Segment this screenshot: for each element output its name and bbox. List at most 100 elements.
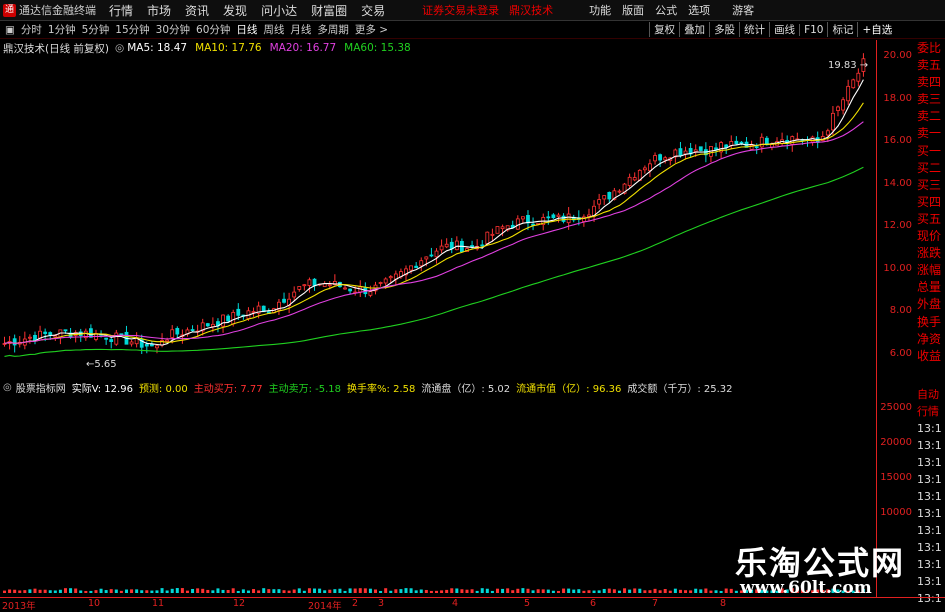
indicator-values: 实际V: 12.96 预测: 0.00 主动买万: 7.77 主动卖万: -5.18 换…	[66, 380, 733, 395]
volume-tick: 25000	[880, 402, 912, 413]
stats-button[interactable]: 统计	[739, 22, 769, 37]
tab-more[interactable]: 更多 >	[355, 22, 388, 37]
side-label: 卖四	[917, 75, 942, 90]
mark-button[interactable]: 标记	[827, 22, 857, 37]
side-label: 买四	[917, 194, 942, 209]
side-label: 总量	[917, 280, 942, 295]
volume-indicator-row: ◎ 股票指标网 实际V: 12.96 预测: 0.00 主动买万: 7.77 主动卖万…	[0, 380, 870, 395]
multi-stock-button[interactable]: 多股	[709, 22, 739, 37]
volume-tick: 15000	[880, 472, 912, 483]
watermark-url: www.60lt.com	[740, 578, 872, 598]
quote-side-panel: 委比 卖五 卖四 卖三 卖二 卖一 买一 买二 买三 买四 买五 现价 涨跌 涨幅 总量 外盘 换手 净资 收益	[917, 40, 945, 365]
price-axis: 20.00 18.00 16.00 14.00 12.00 10.00 8.00 6.00	[876, 40, 916, 378]
indicator-field: 成交额（千万）: 25.32	[627, 383, 733, 395]
date-tick: 6	[590, 598, 597, 609]
indicator-field: 流通市值（亿）: 96.36	[516, 383, 622, 395]
price-tick: 12.00	[883, 220, 912, 231]
date-tick: 8	[720, 598, 727, 609]
tab-5min[interactable]: 5分钟	[82, 22, 110, 37]
menu-item-formula[interactable]: 公式	[655, 2, 677, 18]
high-label: 19.83 →	[828, 60, 868, 71]
menu-item-function[interactable]: 功能	[589, 2, 611, 18]
menu-item-discover[interactable]: 发现	[223, 2, 247, 19]
low-label: ←5.65	[86, 359, 117, 370]
login-status[interactable]: 证券交易未登录	[422, 2, 499, 18]
price-tick: 14.00	[883, 177, 912, 189]
menu-item-market[interactable]: 市场	[147, 2, 171, 19]
tab-weekly[interactable]: 周线	[263, 22, 284, 37]
app-logo: 通通达信金融终端	[3, 2, 96, 18]
side-tick-label: 13:1	[917, 439, 942, 452]
date-tick: 11	[152, 598, 165, 609]
date-tick: 3	[378, 598, 385, 609]
side-label: 委比	[917, 41, 942, 55]
price-tick: 6.00	[889, 347, 912, 359]
indicator-field: 主动卖万: -5.18	[268, 383, 342, 395]
date-tick: 5	[524, 598, 531, 609]
price-tick: 16.00	[883, 135, 912, 146]
tab-multi-period[interactable]: 多周期	[317, 22, 349, 37]
side-label: 买一	[917, 143, 942, 158]
price-tick: 18.00	[883, 92, 912, 104]
menu-item-layout[interactable]: 版面	[622, 2, 644, 18]
side-label: 净资	[917, 331, 942, 346]
date-tick: 7	[652, 598, 659, 609]
period-toolbar: ▣ 分时 1分钟 5分钟 15分钟 30分钟 60分钟 日线 周线 月线 多周期…	[0, 21, 945, 39]
menu-item-ask[interactable]: 问小达	[261, 2, 297, 19]
menu-item-wealth[interactable]: 财富圈	[311, 2, 347, 19]
side-label: 卖一	[917, 126, 942, 141]
side-label: 涨跌	[917, 246, 942, 261]
settings-icon[interactable]: ◎	[3, 382, 12, 393]
side-label: 收益	[917, 348, 942, 363]
volume-tick: 10000	[880, 507, 912, 518]
grid-icon[interactable]: ▣	[5, 24, 15, 36]
add-watchlist-button[interactable]: +自选	[857, 22, 896, 37]
side-tick-label: 13:1	[917, 456, 942, 469]
side-tick-label: 自动	[917, 388, 939, 401]
tick-side-panel: 自动 行情 13:1 13:1 13:1 13:1 13:1 13:1 13:1 13:1 13:1…	[917, 386, 945, 607]
side-tick-label: 13:1	[917, 558, 942, 571]
formula-name: 鼎汉技术	[509, 4, 554, 17]
side-label: 卖五	[917, 58, 942, 73]
menu-item-quotes[interactable]: 行情	[109, 2, 133, 19]
side-tick-label: 13:1	[917, 541, 942, 554]
logo-icon: 通	[3, 3, 16, 17]
side-label: 买三	[917, 177, 942, 192]
side-label: 外盘	[917, 297, 942, 312]
overlay-button[interactable]: 叠加	[679, 22, 709, 37]
side-tick-label: 行情	[917, 405, 939, 418]
side-label: 现价	[917, 229, 942, 244]
tab-60min[interactable]: 60分钟	[196, 22, 230, 37]
menu-item-news[interactable]: 资讯	[185, 2, 209, 19]
indicator-field: 流通盘（亿）: 5.02	[421, 383, 511, 395]
date-tick: 2013年	[2, 601, 36, 612]
side-tick-label: 13:1	[917, 575, 942, 588]
price-tick: 8.00	[889, 305, 912, 316]
side-tick-label: 13:1	[917, 524, 942, 537]
menu-item-options[interactable]: 选项	[688, 2, 710, 18]
indicator-field: 预测: 0.00	[138, 383, 188, 395]
price-tick: 10.00	[883, 262, 912, 274]
adjust-button[interactable]: 复权	[649, 22, 679, 37]
guest-account[interactable]: 游客	[732, 2, 754, 18]
draw-line-button[interactable]: 画线	[769, 22, 799, 37]
side-tick-label: 13:1	[917, 490, 942, 503]
tab-intraday[interactable]: 分时	[21, 22, 42, 37]
volume-tick: 20000	[880, 437, 912, 448]
tab-daily[interactable]: 日线	[236, 22, 257, 37]
tab-1min[interactable]: 1分钟	[48, 22, 76, 37]
side-label: 买二	[917, 160, 942, 175]
tab-15min[interactable]: 15分钟	[115, 22, 149, 37]
indicator-field: 实际V: 12.96	[71, 383, 133, 395]
indicator-title: 股票指标网	[15, 383, 66, 395]
side-label: 买五	[917, 211, 942, 226]
tab-monthly[interactable]: 月线	[290, 22, 311, 37]
indicator-field: 主动买万: 7.77	[193, 383, 263, 395]
menu-item-trade[interactable]: 交易	[361, 2, 385, 19]
menu-bar: 通通达信金融终端 行情 市场 资讯 发现 问小达 财富圈 交易 证券交易未登录 …	[0, 0, 945, 21]
side-tick-label: 13:1	[917, 422, 942, 435]
tab-30min[interactable]: 30分钟	[156, 22, 190, 37]
date-axis: 2013年 10 11 12 2014年 2 3 4 5 6 7 8	[0, 597, 945, 612]
kline-chart[interactable]: 19.83 → ←5.65	[0, 40, 876, 378]
f10-button[interactable]: F10	[799, 23, 827, 36]
